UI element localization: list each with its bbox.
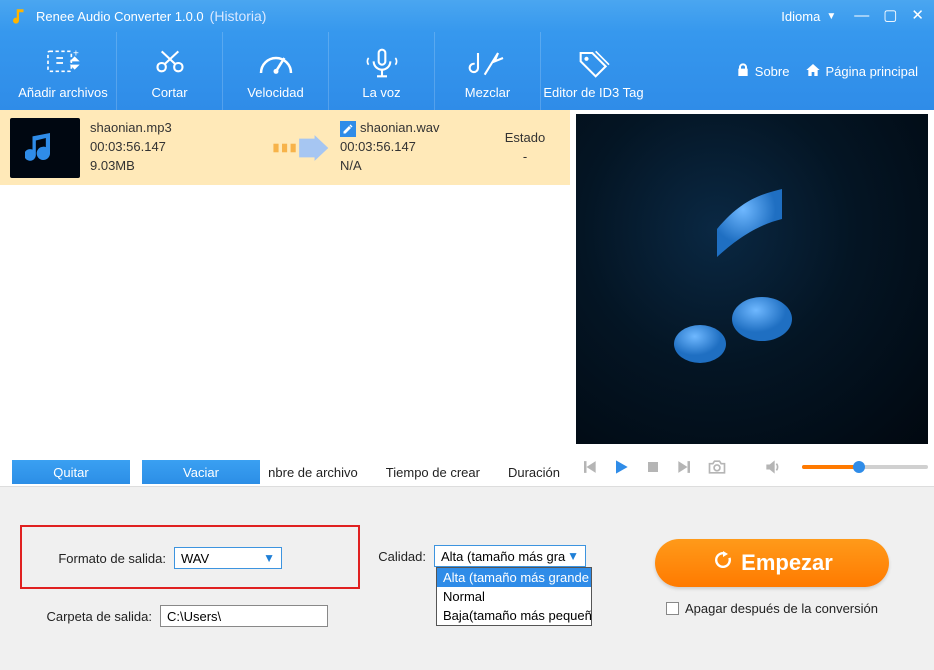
list-item[interactable]: shaonian.mp3 00:03:56.147 9.03MB shaonia…: [0, 110, 570, 186]
output-duration: 00:03:56.147: [340, 138, 480, 157]
id3-editor-button[interactable]: Editor de ID3 Tag: [540, 32, 646, 110]
lock-icon: [735, 62, 751, 81]
mix-icon: [468, 43, 508, 83]
file-thumb: [10, 118, 80, 178]
player-controls: [576, 444, 928, 480]
add-files-icon: +: [43, 43, 83, 83]
preview-canvas: [576, 114, 928, 444]
column-filename[interactable]: nbre de archivo: [268, 465, 358, 480]
output-size: N/A: [340, 157, 480, 176]
app-logo-icon: [10, 7, 28, 25]
source-filename: shaonian.mp3: [90, 119, 260, 138]
maximize-button[interactable]: ▢: [883, 9, 897, 23]
output-filename: shaonian.wav: [360, 119, 440, 138]
start-label: Empezar: [741, 550, 833, 576]
about-label: Sobre: [755, 64, 790, 79]
quality-option-normal[interactable]: Normal: [437, 587, 591, 606]
chevron-down-icon: ▼: [567, 549, 579, 563]
speed-button[interactable]: Velocidad: [222, 32, 328, 110]
tool-label: Añadir archivos: [18, 85, 108, 100]
tool-label: Editor de ID3 Tag: [543, 85, 643, 100]
home-link[interactable]: Página principal: [805, 62, 918, 81]
snapshot-button[interactable]: [704, 454, 730, 480]
tag-icon: [574, 43, 614, 83]
minimize-button[interactable]: —: [854, 9, 869, 23]
edit-output-button[interactable]: [340, 121, 356, 137]
about-link[interactable]: Sobre: [735, 62, 790, 81]
column-length[interactable]: Duración: [508, 465, 560, 480]
quality-label: Calidad:: [360, 549, 426, 564]
voice-button[interactable]: La voz: [328, 32, 434, 110]
volume-icon[interactable]: [760, 454, 786, 480]
tool-label: Mezclar: [465, 85, 511, 100]
prev-button[interactable]: [576, 454, 602, 480]
language-label: Idioma: [781, 9, 820, 24]
volume-slider[interactable]: [802, 465, 928, 469]
source-duration: 00:03:56.147: [90, 138, 260, 157]
clear-button[interactable]: Vaciar: [142, 460, 260, 484]
home-label: Página principal: [825, 64, 918, 79]
cut-button[interactable]: Cortar: [116, 32, 222, 110]
play-button[interactable]: [608, 454, 634, 480]
mix-button[interactable]: Mezclar: [434, 32, 540, 110]
stop-button[interactable]: [640, 454, 666, 480]
quality-select[interactable]: Alta (tamaño más gra ▼: [434, 545, 586, 567]
column-created[interactable]: Tiempo de crear: [386, 465, 480, 480]
arrow-right-icon: [260, 110, 340, 185]
output-format-label: Formato de salida:: [34, 551, 166, 566]
next-button[interactable]: [672, 454, 698, 480]
output-folder-label: Carpeta de salida:: [20, 609, 152, 624]
start-button[interactable]: Empezar: [655, 539, 889, 587]
add-files-button[interactable]: + Añadir archivos: [10, 32, 116, 110]
chevron-down-icon: ▼: [826, 11, 836, 22]
source-size: 9.03MB: [90, 157, 260, 176]
tool-label: Cortar: [151, 85, 187, 100]
svg-text:+: +: [73, 48, 79, 59]
output-folder-input[interactable]: [160, 605, 328, 627]
home-icon: [805, 62, 821, 81]
quality-value: Alta (tamaño más gra: [441, 549, 565, 564]
quality-option-high[interactable]: Alta (tamaño más grande: [437, 568, 591, 587]
output-format-highlight: Formato de salida: WAV ▼: [20, 525, 360, 589]
quality-option-low[interactable]: Baja(tamaño más pequeñ: [437, 606, 591, 625]
app-subtitle: (Historia): [210, 8, 267, 24]
chevron-down-icon: ▼: [263, 551, 275, 565]
app-title: Renee Audio Converter 1.0.0: [36, 9, 204, 24]
file-list: shaonian.mp3 00:03:56.147 9.03MB shaonia…: [0, 110, 570, 486]
microphone-icon: [362, 43, 402, 83]
shutdown-label: Apagar después de la conversión: [685, 601, 878, 616]
shutdown-checkbox[interactable]: [666, 602, 679, 615]
tool-label: La voz: [362, 85, 400, 100]
close-button[interactable]: ✕: [911, 9, 924, 23]
status-header: Estado: [480, 129, 570, 148]
output-format-select[interactable]: WAV ▼: [174, 547, 282, 569]
quality-dropdown: Alta (tamaño más grande Normal Baja(tama…: [436, 567, 592, 626]
refresh-icon: [711, 548, 735, 578]
scissors-icon: [150, 43, 190, 83]
gauge-icon: [256, 43, 296, 83]
tool-label: Velocidad: [247, 85, 303, 100]
language-selector[interactable]: Idioma ▼: [781, 9, 836, 24]
output-format-value: WAV: [181, 551, 209, 566]
status-value: -: [480, 148, 570, 167]
remove-button[interactable]: Quitar: [12, 460, 130, 484]
